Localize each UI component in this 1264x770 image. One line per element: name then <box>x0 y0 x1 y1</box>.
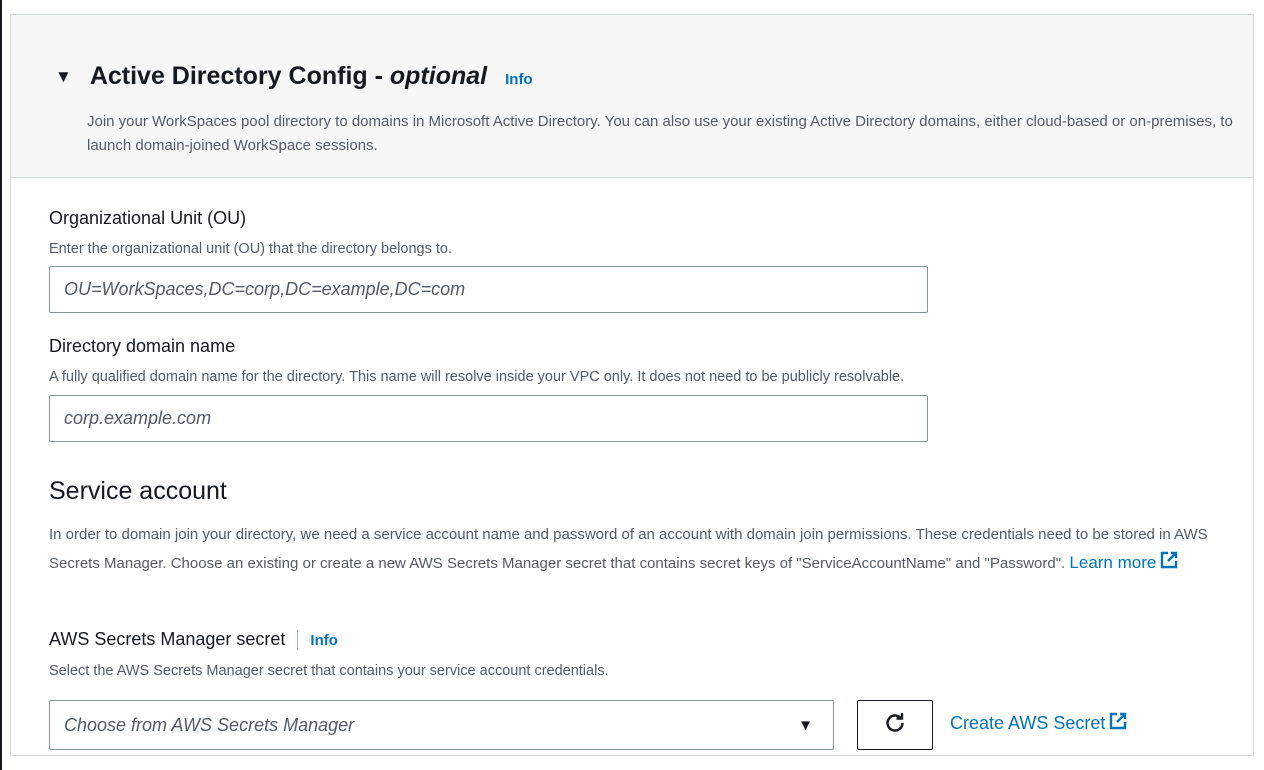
external-link-icon <box>1160 550 1178 578</box>
learn-more-link[interactable]: Learn more <box>1069 551 1178 572</box>
header-info-link[interactable]: Info <box>505 71 533 88</box>
secret-description: Select the AWS Secrets Manager secret th… <box>49 663 609 679</box>
learn-more-label: Learn more <box>1069 553 1157 572</box>
header-row: ▼ Active Directory Config - optional Inf… <box>55 62 533 91</box>
caret-down-icon[interactable]: ▼ <box>55 67 72 87</box>
domain-input[interactable]: corp.example.com <box>49 395 928 442</box>
left-border-rule <box>0 0 2 770</box>
service-account-description: In order to domain join your directory, … <box>49 521 1229 578</box>
panel-title-text: Active Directory Config - <box>89 62 390 90</box>
service-account-description-text: In order to domain join your directory, … <box>49 526 1208 572</box>
panel-title-optional: optional <box>389 62 488 90</box>
secret-label-row: AWS Secrets Manager secret Info <box>49 629 338 651</box>
panel-title: Active Directory Config - optional <box>90 62 487 91</box>
domain-label: Directory domain name <box>49 336 236 356</box>
secret-select-placeholder: Choose from AWS Secrets Manager <box>64 714 355 735</box>
refresh-button[interactable] <box>857 700 933 750</box>
label-separator <box>297 630 299 651</box>
active-directory-config-panel: ▼ Active Directory Config - optional Inf… <box>10 14 1254 756</box>
domain-input-placeholder: corp.example.com <box>64 408 212 428</box>
secret-select[interactable]: Choose from AWS Secrets Manager ▼ <box>49 700 834 750</box>
service-account-title: Service account <box>49 477 227 505</box>
ou-input[interactable]: OU=WorkSpaces,DC=corp,DC=example,DC=com <box>49 266 928 313</box>
panel-header: ▼ Active Directory Config - optional Inf… <box>11 15 1253 178</box>
ou-description: Enter the organizational unit (OU) that … <box>49 241 452 257</box>
external-link-icon <box>1109 712 1127 735</box>
create-aws-secret-label: Create AWS Secret <box>950 713 1106 733</box>
dropdown-arrow-icon: ▼ <box>798 716 813 734</box>
header-description: Join your WorkSpaces pool directory to d… <box>87 113 1233 154</box>
ou-input-placeholder: OU=WorkSpaces,DC=corp,DC=example,DC=com <box>64 279 466 299</box>
create-aws-secret-link[interactable]: Create AWS Secret <box>950 712 1127 735</box>
refresh-icon <box>884 712 906 739</box>
ou-label: Organizational Unit (OU) <box>49 208 247 228</box>
secret-label: AWS Secrets Manager secret <box>49 629 286 649</box>
domain-description: A fully qualified domain name for the di… <box>49 369 905 385</box>
secret-info-link[interactable]: Info <box>310 632 338 649</box>
